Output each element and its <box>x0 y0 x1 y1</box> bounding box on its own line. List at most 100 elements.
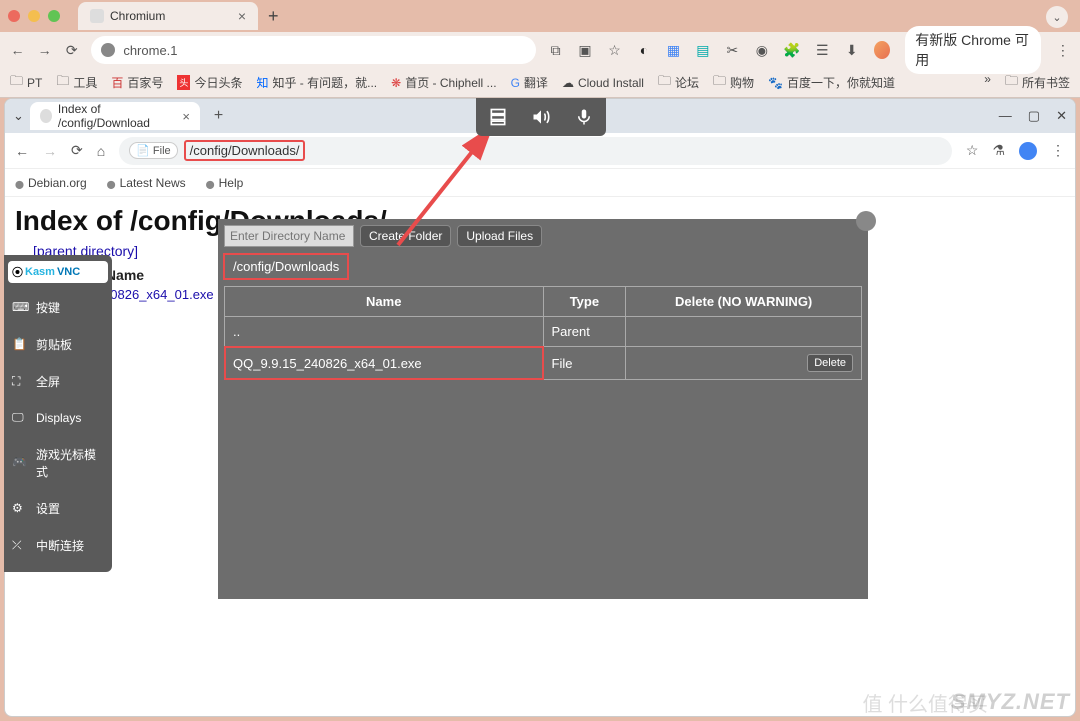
back-button[interactable]: ← <box>10 42 25 58</box>
inner-browser-tab[interactable]: Index of /config/Download × <box>30 102 200 130</box>
cast-icon[interactable]: ▣ <box>578 42 592 58</box>
bookmark-link[interactable]: ❋首页 - Chiphell ... <box>391 74 496 91</box>
table-row[interactable]: .. Parent <box>225 317 862 347</box>
current-path: /config/Downloads <box>223 253 349 280</box>
file-name: .. <box>225 317 544 347</box>
sidebar-item-keys[interactable]: ⌨按键 <box>4 289 112 326</box>
labs-icon[interactable]: ⚗ <box>992 142 1005 159</box>
bookmark-link[interactable]: Debian.org <box>15 176 87 190</box>
sidebar-item-fullscreen[interactable]: ⛶全屏 <box>4 363 112 400</box>
file-type: Parent <box>543 317 626 347</box>
fm-header: Create Folder Upload Files <box>218 219 868 253</box>
audio-icon[interactable] <box>531 107 551 127</box>
overflow-button[interactable]: » <box>984 72 991 94</box>
file-manager-modal: Create Folder Upload Files /config/Downl… <box>218 219 868 599</box>
kasmvnc-sidebar: ⦿KasmVNC ⌨按键 📋剪贴板 ⛶全屏 🖵Displays 🎮游戏光标模式 … <box>4 255 112 572</box>
table-row[interactable]: QQ_9.9.15_240826_x64_01.exe File Delete <box>225 347 862 380</box>
new-tab-button[interactable]: + <box>268 6 279 27</box>
outer-toolbar: ← → ⟳ chrome.1 ⧉ ▣ ☆ ◐ ▦ ▤ ✂ ◉ 🧩 ☰ ⬇ 有新版… <box>0 32 1080 68</box>
bookmark-link[interactable]: Help <box>206 176 244 190</box>
extension-icon[interactable]: ◉ <box>755 42 769 58</box>
bookmark-link[interactable]: 知知乎 - 有问题，就... <box>256 74 377 91</box>
new-tab-button[interactable]: + <box>214 107 223 125</box>
sidebar-item-clipboard[interactable]: 📋剪贴板 <box>4 326 112 363</box>
inner-bookmarks-bar: Debian.org Latest News Help <box>5 169 1075 197</box>
directory-name-input[interactable] <box>224 225 354 247</box>
profile-icon[interactable] <box>1019 142 1037 160</box>
file-name: QQ_9.9.15_240826_x64_01.exe <box>225 347 544 380</box>
close-tab-icon[interactable]: × <box>182 109 190 124</box>
favicon-icon <box>40 109 52 123</box>
bookmark-link[interactable]: 🐾百度一下，你就知道 <box>768 74 895 91</box>
file-type: File <box>543 347 626 380</box>
profile-avatar[interactable] <box>874 41 890 59</box>
sidebar-item-displays[interactable]: 🖵Displays <box>4 400 112 436</box>
star-icon[interactable]: ☆ <box>607 42 621 58</box>
menu-button[interactable]: ⋮ <box>1051 142 1065 159</box>
close-window-button[interactable] <box>8 10 20 22</box>
close-tab-icon[interactable]: × <box>238 8 246 24</box>
all-bookmarks-button[interactable]: 所有书签 <box>1005 72 1070 94</box>
bookmark-folder[interactable]: 工具 <box>56 72 97 94</box>
extension-icon[interactable]: ▦ <box>666 42 680 58</box>
extension-icon[interactable]: ▤ <box>696 42 710 58</box>
forward-button[interactable]: → <box>37 42 52 58</box>
puzzle-icon[interactable]: 🧩 <box>784 42 800 58</box>
bookmark-folder[interactable]: PT <box>10 72 42 94</box>
extension-icon[interactable]: ◐ <box>637 42 651 58</box>
file-transfer-icon[interactable] <box>488 107 508 127</box>
list-icon[interactable]: ☰ <box>815 42 829 58</box>
file-scheme-chip: 📄 File <box>129 142 177 159</box>
col-type: Type <box>543 287 626 317</box>
file-delete: Delete <box>626 347 862 380</box>
home-button[interactable]: ⌂ <box>97 143 105 159</box>
star-icon[interactable]: ☆ <box>966 142 979 159</box>
site-info-icon[interactable] <box>101 43 115 57</box>
bookmark-link[interactable]: ☁ Cloud Install <box>562 76 644 90</box>
tab-title: Chromium <box>110 9 165 23</box>
watermark: SMYZ.NET <box>951 689 1070 715</box>
col-delete: Delete (NO WARNING) <box>626 287 862 317</box>
col-name: Name <box>225 287 544 317</box>
download-icon[interactable]: ⬇ <box>845 42 859 58</box>
window-controls <box>8 10 60 22</box>
reload-button[interactable]: ⟳ <box>71 142 83 159</box>
address-bar[interactable]: chrome.1 <box>91 36 536 64</box>
maximize-window-button[interactable] <box>48 10 60 22</box>
reload-button[interactable]: ⟳ <box>64 42 79 59</box>
sidebar-item-disconnect[interactable]: ⤫中断连接 <box>4 527 112 564</box>
sidebar-item-settings[interactable]: ⚙设置 <box>4 490 112 527</box>
minimize-window-button[interactable] <box>28 10 40 22</box>
minimize-icon[interactable]: — <box>999 108 1012 124</box>
close-modal-button[interactable] <box>856 211 876 231</box>
favicon-icon <box>90 9 104 23</box>
bookmark-link[interactable]: Latest News <box>107 176 186 190</box>
bookmark-folder[interactable]: 购物 <box>713 72 754 94</box>
file-table: Name Type Delete (NO WARNING) .. Parent … <box>224 286 862 380</box>
close-icon[interactable]: ✕ <box>1056 108 1067 124</box>
bookmark-link[interactable]: 头今日头条 <box>177 74 242 91</box>
microphone-icon[interactable] <box>574 107 594 127</box>
bookmark-link[interactable]: 百百家号 <box>111 74 163 91</box>
screenshot-icon[interactable]: ⧉ <box>548 42 562 58</box>
vnc-float-toolbar <box>476 98 606 136</box>
inner-address-bar[interactable]: 📄 File /config/Downloads/ <box>119 137 952 165</box>
file-delete <box>626 317 862 347</box>
extension-icon[interactable]: ✂ <box>725 42 739 58</box>
sidebar-item-game-cursor[interactable]: 🎮游戏光标模式 <box>4 436 112 490</box>
inner-menu-chevron[interactable]: ⌄ <box>13 108 24 124</box>
url-path-highlighted: /config/Downloads/ <box>184 140 306 161</box>
delete-button[interactable]: Delete <box>807 354 853 372</box>
bookmark-folder[interactable]: 论坛 <box>658 72 699 94</box>
inner-toolbar: ← → ⟳ ⌂ 📄 File /config/Downloads/ ☆ ⚗ ⋮ <box>5 133 1075 169</box>
bookmark-link[interactable]: G翻译 <box>511 74 548 91</box>
kasmvnc-logo: ⦿KasmVNC <box>8 261 108 283</box>
url-text: chrome.1 <box>123 43 177 58</box>
update-chrome-chip[interactable]: 有新版 Chrome 可用 <box>905 26 1040 74</box>
forward-button[interactable]: → <box>43 143 57 159</box>
browser-tab[interactable]: Chromium × <box>78 2 258 30</box>
back-button[interactable]: ← <box>15 143 29 159</box>
tab-dropdown-button[interactable]: ⌄ <box>1046 6 1068 28</box>
menu-button[interactable]: ⋮ <box>1056 42 1070 59</box>
maximize-icon[interactable]: ▢ <box>1028 108 1040 124</box>
